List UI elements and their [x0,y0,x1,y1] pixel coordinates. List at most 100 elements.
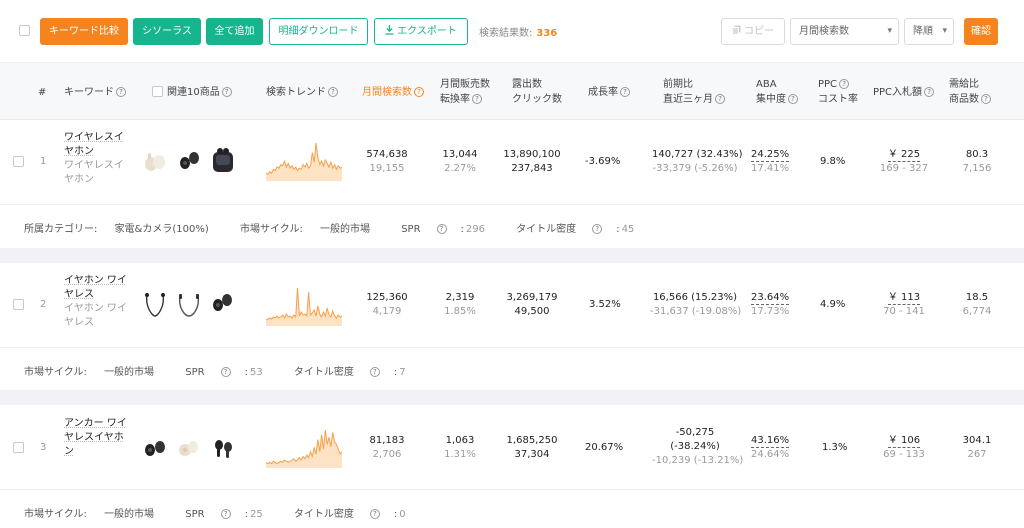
keyword-meta: 市場サイクル: 一般的市場 SPR?:53 タイトル密度?:7 [24,363,434,378]
aba-value[interactable]: 23.64% [751,292,790,305]
help-icon[interactable]: ? [436,224,447,234]
bid-range-value: 69 - 133 [883,449,925,460]
help-icon[interactable]: ? [369,509,380,519]
daily-search-value: 4,179 [372,306,402,317]
col-trend-label: 検索トレンド [266,87,326,98]
help-icon[interactable]: ? [328,87,338,97]
product-thumb[interactable] [142,435,168,461]
search-trend-sparkline[interactable] [266,139,342,181]
col-ppc[interactable]: PPC? コスト率 [818,77,858,107]
search-trend-sparkline[interactable] [266,284,342,326]
title-density-info: タイトル密度?:0 [293,509,406,520]
clicks-value: 49,500 [514,306,550,317]
result-label: 検索結果数: [479,28,533,39]
trend-area [266,430,342,468]
search-trend-sparkline[interactable] [266,426,342,468]
col-sales[interactable]: 月間販売数 転換率? [440,77,490,107]
help-icon[interactable]: ? [620,87,630,97]
col-keyword[interactable]: キーワード? [64,85,126,100]
col-display[interactable]: 露出数 クリック数 [512,77,562,107]
detail-download-button[interactable]: 明細ダウンロード [269,18,368,45]
confirm-button[interactable]: 確認 [964,18,998,45]
product-thumb[interactable] [210,147,236,173]
black-case-earbuds-icon [213,148,233,172]
spr-info: SPR?:25 [185,509,263,520]
black-earbuds-icon [213,294,232,311]
col-prev-label: 前期比 [663,79,693,90]
product-thumb[interactable] [210,291,236,317]
col-monthly-search[interactable]: 月間検索数? [362,85,424,100]
help-icon[interactable]: ? [592,224,603,234]
product-thumb[interactable] [176,292,202,318]
keyword-link[interactable]: イヤホン ワイヤレス [64,274,128,302]
sales-cell: 2,319 1.85% [440,291,480,319]
help-icon[interactable]: ? [369,367,380,377]
table-row: 2 イヤホン ワイヤレス イヤホン ワイヤレス 125,360 4,179 2,… [0,263,1024,348]
spr-value: 53 [249,367,263,378]
supply-value: 80.3 [965,149,989,160]
sort-field-select[interactable]: 月間検索数 ▾ [790,18,899,45]
help-icon[interactable]: ? [839,79,850,89]
bid-range-value: 70 - 141 [883,306,925,317]
keyword-meta: 所属カテゴリー: 家電&カメラ(100%) 市場サイクル: 一般的市場 SPR?… [24,220,662,235]
product-count-value: 267 [967,449,987,460]
select-all-checkbox[interactable] [19,25,30,36]
col-sales-label: 月間販売数 [440,79,490,90]
product-thumb[interactable] [142,292,168,318]
product-thumb[interactable] [176,435,202,461]
help-icon[interactable]: ? [220,509,231,519]
supply-cell: 18.5 6,774 [958,291,996,319]
product-thumb[interactable] [210,435,236,461]
thesaurus-button[interactable]: シソーラス [133,18,201,45]
help-icon[interactable]: ? [981,94,991,104]
help-icon[interactable]: ? [221,87,232,97]
bid-value[interactable]: ￥ 113 [887,292,921,305]
bid-cell: ￥ 113 70 - 141 [874,291,934,319]
sort-order-select[interactable]: 降順 ▾ [904,18,954,45]
col-aba[interactable]: ABA 集中度? [756,77,798,107]
keyword-link[interactable]: ワイヤレスイヤホン [64,131,128,159]
help-icon[interactable]: ? [924,87,935,97]
col-ppc-cost-label: コスト率 [818,94,858,105]
col-growth[interactable]: 成長率? [588,85,630,100]
row-checkbox[interactable] [13,442,24,453]
bid-value[interactable]: ￥ 106 [887,435,921,448]
row-checkbox[interactable] [13,299,24,310]
col-products-label: 商品数 [949,94,979,105]
product-thumb[interactable] [142,149,168,175]
col-related: 関連10商品? [152,85,232,100]
spr-info: SPR?:53 [185,367,263,378]
keyword-translation: イヤホン ワイヤレス [64,303,127,328]
row-checkbox[interactable] [13,156,24,167]
bid-value[interactable]: ￥ 225 [887,149,921,162]
title-density-label: タイトル密度 [293,509,354,520]
help-icon[interactable]: ? [788,94,798,104]
help-icon[interactable]: ? [116,87,126,97]
category-value: 家電&カメラ(100%) [114,224,209,235]
related-checkbox[interactable] [152,86,163,97]
product-thumb[interactable] [177,149,203,175]
export-button[interactable]: エクスポート [374,18,468,45]
aba-value[interactable]: 43.16% [751,435,790,448]
help-icon[interactable]: ? [220,367,231,377]
col-prev[interactable]: 前期比 直近三ヶ月? [663,77,725,107]
col-bid[interactable]: PPC入札額? [873,85,935,100]
col-supply[interactable]: 需給比商品数? [949,77,991,107]
help-icon[interactable]: ? [414,87,424,97]
help-icon[interactable]: ? [715,94,725,104]
add-all-button[interactable]: 全て追加 [206,18,263,45]
monthly-search-cell: 574,638 19,155 [362,148,412,176]
col-supply-label: 需給比 [949,79,979,90]
download-icon [385,25,394,35]
keyword-compare-button[interactable]: キーワード比較 [40,18,128,45]
title-density-value: 0 [399,509,406,520]
help-icon[interactable]: ? [472,94,482,104]
keyword-link[interactable]: アンカー ワイヤレスイヤホン [64,417,128,459]
prev-period-value: 16,566 (15.23%) [652,292,738,303]
sort-order-value: 降順 [913,26,933,37]
cycle-info: 市場サイクル: 一般的市場 [24,509,168,520]
copy-button[interactable]: コピー [721,18,785,45]
ppc-value: 4.9% [820,299,846,310]
keyword-card: 1 ワイヤレスイヤホン ワイヤレスイヤホン 574,638 19,155 13,… [0,120,1024,248]
aba-value[interactable]: 24.25% [751,149,790,162]
